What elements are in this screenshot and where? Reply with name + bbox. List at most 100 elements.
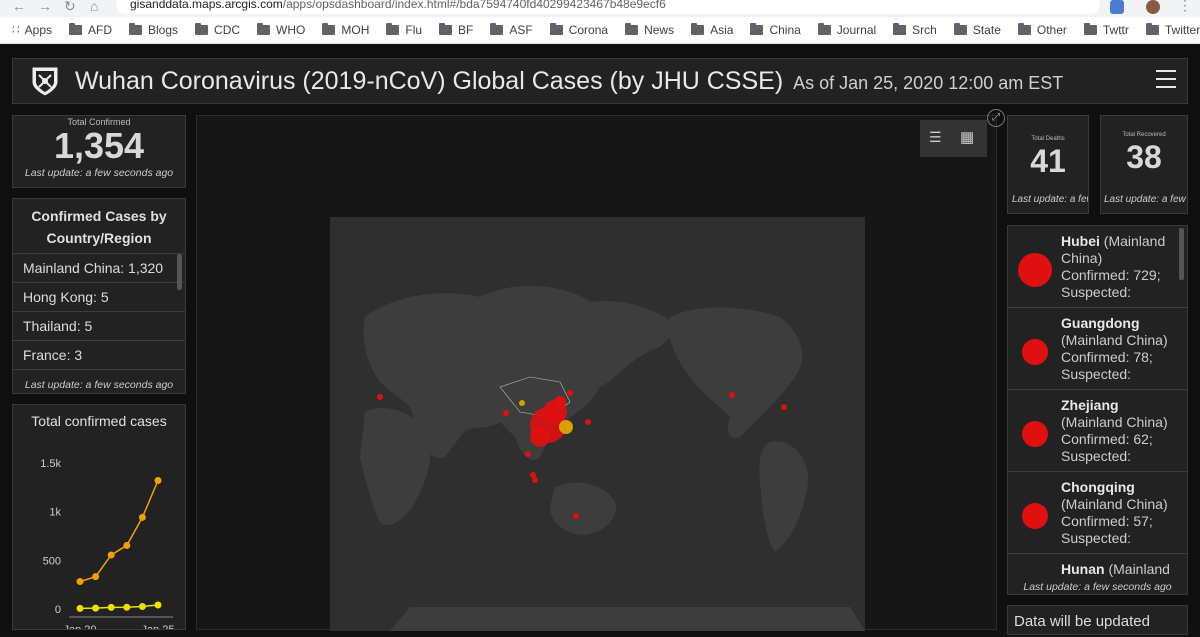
total-confirmed-value: 1,354 [53, 125, 145, 166]
total-deaths-panel: Total Deaths 41 Last update: a few secon… [1007, 115, 1089, 214]
province-text: Guangdong (Mainland China) Confirmed: 78;… [1061, 315, 1183, 383]
y-tick-label: 500 [43, 555, 61, 567]
list-icon[interactable]: ☰ [929, 129, 942, 146]
country-list-item[interactable]: Mainland China: 1,320 [13, 254, 185, 283]
scrollbar[interactable] [1179, 228, 1184, 280]
folder-icon [386, 23, 400, 35]
bookmark-afd[interactable]: AFD [69, 23, 112, 37]
australia-landmass [550, 482, 616, 535]
folder-icon [129, 23, 142, 35]
bookmark-china[interactable]: China [750, 23, 801, 37]
bookmark-other[interactable]: Other [1017, 23, 1067, 37]
province-name: Hunan [1061, 561, 1105, 577]
bookmark-bf[interactable]: BF [439, 23, 473, 37]
profile-avatar[interactable] [1146, 0, 1160, 14]
hamburger-menu-icon[interactable] [1156, 70, 1176, 94]
total-confirmed-panel: Total Confirmed 1,354 Last update: a few… [12, 115, 186, 188]
province-list-item[interactable]: Zhejiang (Mainland China) Confirmed: 62; S… [1008, 390, 1187, 472]
chart-title: Total confirmed cases [31, 413, 167, 429]
folder-icon [893, 23, 907, 35]
back-icon[interactable]: ← [12, 0, 26, 14]
folder-icon [490, 23, 504, 35]
menu-dots-icon[interactable]: ⋮ [1178, 0, 1192, 14]
y-tick-label: 0 [55, 604, 61, 616]
data-note-text: Data will be updated [1014, 613, 1150, 630]
province-text: Zhejiang (Mainland China) Confirmed: 62; S… [1061, 397, 1183, 465]
map-canvas[interactable] [330, 217, 865, 631]
antarctica-landmass [390, 607, 865, 631]
map-toolbar: ☰ ▦ [920, 120, 987, 157]
bookmark-moh[interactable]: MOH [322, 23, 369, 37]
last-update-text: Last update: a few seconds ago [24, 167, 174, 179]
province-list-item[interactable]: Guangdong (Mainland China) Confirmed: 78;… [1008, 308, 1187, 390]
map-view[interactable]: ☰ ▦ ⤢ [196, 109, 1005, 631]
last-update-text: Last update: a few seconds ago [1012, 194, 1088, 205]
series-0-point [138, 513, 146, 521]
series-1-point [107, 603, 115, 611]
bookmark-blogs[interactable]: Blogs [129, 23, 178, 37]
province-name: Hubei [1061, 233, 1100, 249]
bookmark-label: News [644, 23, 675, 37]
scrollbar[interactable] [177, 254, 182, 290]
home-icon[interactable]: ⌂ [90, 0, 98, 14]
bookmark-flu[interactable]: Flu [386, 23, 422, 37]
bookmark-label: WHO [276, 23, 306, 37]
series-0-point [123, 541, 131, 549]
bookmark-label: AFD [88, 23, 112, 37]
bookmark-asf[interactable]: ASF [490, 23, 533, 37]
folder-icon [195, 23, 209, 35]
bookmark-state[interactable]: State [953, 23, 1001, 37]
bookmark-label: Apps [24, 23, 52, 37]
bookmark-cdc[interactable]: CDC [195, 23, 240, 37]
series-0-point [107, 551, 115, 559]
bookmark-label: Blogs [148, 23, 179, 37]
province-confirmed: Confirmed: 57; [1061, 513, 1153, 529]
province-name: Chongqing [1061, 479, 1135, 495]
folder-icon [750, 23, 764, 35]
series-0-point [154, 477, 162, 485]
qr-grid-icon[interactable]: ▦ [960, 128, 974, 146]
address-bar[interactable]: gisanddata.maps.arcgis.com/apps/opsdashb… [116, 0, 1100, 14]
last-update-text: Last update: a few seconds ago [13, 379, 185, 391]
bookmark-label: Asia [710, 23, 734, 37]
bookmark-twitter[interactable]: Twitter [1145, 23, 1200, 37]
bookmark-news[interactable]: News [625, 23, 674, 37]
bookmark-who[interactable]: WHO [257, 23, 305, 37]
extension-shield-icon[interactable] [1110, 0, 1124, 14]
province-list-item[interactable]: Chongqing (Mainland China) Confirmed: 57;… [1008, 472, 1187, 554]
series-line-1 [79, 604, 159, 610]
province-name: Zhejiang [1061, 397, 1119, 413]
province-list-scroll[interactable]: Hubei (Mainland China) Confirmed: 729; Sus… [1008, 226, 1187, 594]
bookmark-label: Twttr [1102, 23, 1129, 37]
dashboard: Wuhan Coronavirus (2019-nCoV) Global Cas… [0, 45, 1200, 635]
south-america-landmass [759, 441, 809, 552]
line-chart: 0 500 1k 1.5k Jan 20 Jan 25 [40, 458, 174, 629]
country-list-item[interactable]: France: 3 [13, 341, 185, 370]
browser-toolbar: ← → ↻ ⌂ gisanddata.maps.arcgis.com/apps/… [0, 0, 1200, 17]
bookmark-corona[interactable]: Corona [549, 23, 608, 37]
forward-icon[interactable]: → [38, 0, 52, 14]
country-list-item[interactable]: Hong Kong: 5 [13, 283, 185, 312]
series-1-point [92, 604, 100, 612]
province-list-panel: Hubei (Mainland China) Confirmed: 729; Sus… [1007, 225, 1188, 595]
bookmark-twttr[interactable]: Twttr [1083, 23, 1129, 37]
bookmark-journal[interactable]: Journal [817, 23, 877, 37]
province-name: Guangdong [1061, 315, 1140, 331]
folder-icon [1083, 23, 1097, 35]
province-list-item[interactable]: Hubei (Mainland China) Confirmed: 729; Sus… [1008, 226, 1187, 308]
country-list-scroll[interactable]: Mainland China: 1,320 Hong Kong: 5 Thailan… [13, 254, 185, 379]
folder-icon [1017, 23, 1031, 35]
country-list-panel: Confirmed Cases by Country/Region Mainla… [12, 198, 186, 394]
case-dot-icon [1018, 253, 1052, 287]
folder-icon [625, 23, 639, 35]
bookmark-asia[interactable]: Asia [691, 23, 733, 37]
case-dot-icon [1022, 503, 1048, 529]
country-list-item[interactable]: Thailand: 5 [13, 312, 185, 341]
case-dot-icon [1022, 421, 1048, 447]
expand-icon[interactable]: ⤢ [987, 109, 1005, 127]
bookmark-apps[interactable]: ∷ Apps [12, 23, 52, 37]
province-text: Hubei (Mainland China) Confirmed: 729; Sus… [1061, 233, 1183, 301]
bookmark-label: Journal [836, 23, 877, 37]
bookmark-srch[interactable]: Srch [893, 23, 937, 37]
reload-icon[interactable]: ↻ [64, 0, 76, 15]
